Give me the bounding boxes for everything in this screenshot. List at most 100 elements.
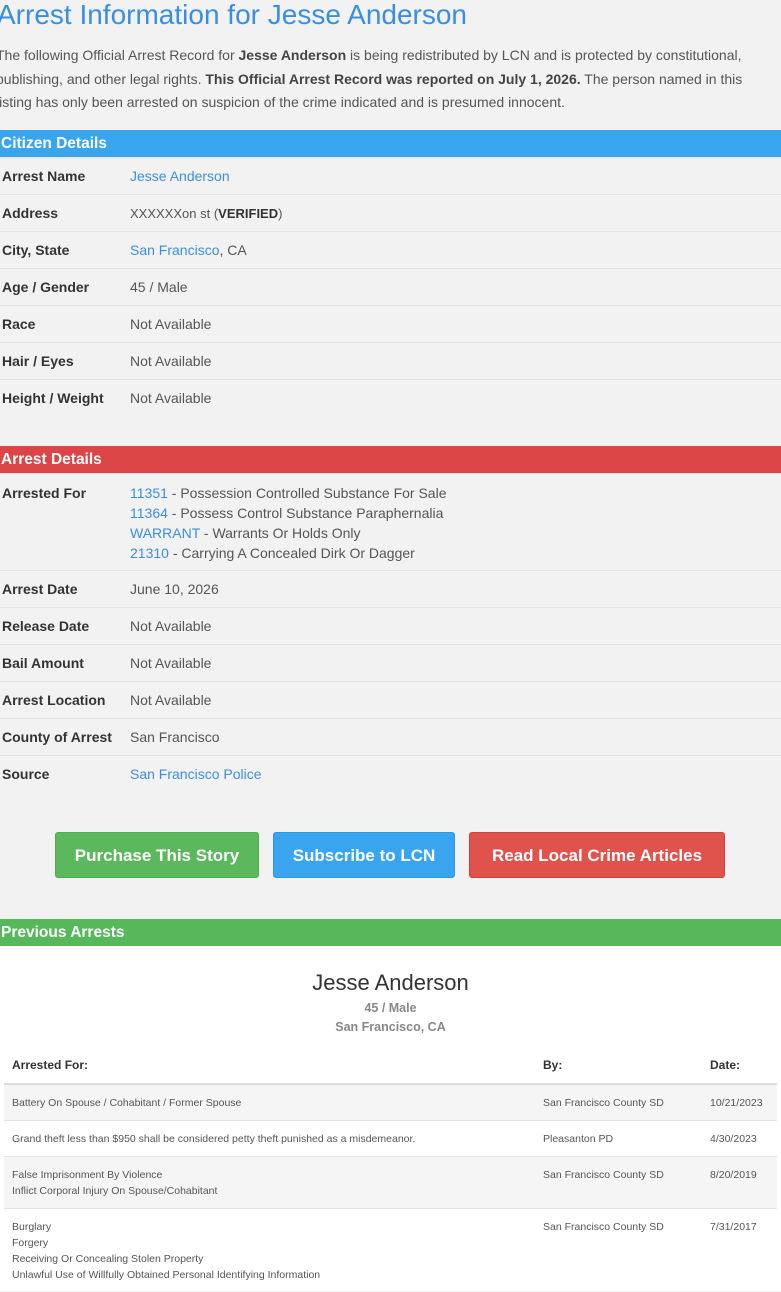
intro-reported-date: This Official Arrest Record was reported… <box>205 71 580 87</box>
charge-item: 21310 - Carrying A Concealed Dirk Or Dag… <box>130 543 781 563</box>
arrested-for-label: Arrested For <box>0 483 130 570</box>
charge-code-link[interactable]: WARRANT <box>130 525 200 541</box>
previous-arrests-table: Arrested For: By: Date: Battery On Spous… <box>4 1050 777 1292</box>
address-row: Address XXXXXXon st (VERIFIED) <box>0 194 781 231</box>
arrest-name-row: Arrest Name Jesse Anderson <box>0 157 781 194</box>
address-text: XXXXXXon st ( <box>130 206 218 221</box>
subscribe-button[interactable]: Subscribe to LCN <box>273 832 455 878</box>
previous-arrests-heading: Previous Arrests <box>0 919 781 946</box>
charge-item: 11351 - Possession Controlled Substance … <box>130 483 781 503</box>
record-charges: BurglaryForgeryReceiving Or Concealing S… <box>4 1209 535 1292</box>
table-row: BurglaryForgeryReceiving Or Concealing S… <box>4 1209 777 1292</box>
verified-badge: VERIFIED <box>218 206 278 221</box>
previous-location: San Francisco, CA <box>0 1020 781 1034</box>
age-gender-label: Age / Gender <box>0 269 130 305</box>
bail-amount-value: Not Available <box>130 645 781 681</box>
record-by: San Francisco County SD <box>535 1084 702 1121</box>
record-by: San Francisco County SD <box>535 1157 702 1209</box>
page-title: Arrest Information for Jesse Anderson <box>0 0 467 31</box>
charge-description: - Possess Control Substance Paraphernali… <box>168 505 443 521</box>
city-link[interactable]: San Francisco <box>130 242 219 258</box>
hair-eyes-value: Not Available <box>130 343 781 379</box>
bail-amount-row: Bail Amount Not Available <box>0 644 781 681</box>
arrest-name-label: Arrest Name <box>0 158 130 194</box>
citizen-details-heading: Citizen Details <box>0 130 781 157</box>
race-label: Race <box>0 306 130 342</box>
record-charges: Grand theft less than $950 shall be cons… <box>4 1121 535 1157</box>
race-row: Race Not Available <box>0 305 781 342</box>
record-date: 7/31/2017 <box>702 1209 777 1292</box>
height-weight-row: Height / Weight Not Available <box>0 379 781 445</box>
arrested-for-row: Arrested For 11351 - Possession Controll… <box>0 473 781 570</box>
col-date: Date: <box>702 1050 777 1084</box>
intro-name: Jesse Anderson <box>239 47 347 63</box>
record-charge: Battery On Spouse / Cohabitant / Former … <box>12 1095 527 1111</box>
arrest-date-row: Arrest Date June 10, 2026 <box>0 570 781 607</box>
record-charge: Receiving Or Concealing Stolen Property <box>12 1251 527 1267</box>
intro-text: The following Official Arrest Record for… <box>0 44 776 115</box>
release-date-value: Not Available <box>130 608 781 644</box>
previous-age-gender: 45 / Male <box>0 1001 781 1015</box>
purchase-story-button[interactable]: Purchase This Story <box>55 832 259 878</box>
charge-code-link[interactable]: 11351 <box>130 485 168 501</box>
race-value: Not Available <box>130 306 781 342</box>
action-buttons: Purchase This Story Subscribe to LCN Rea… <box>0 793 781 918</box>
arrest-location-label: Arrest Location <box>0 682 130 718</box>
arrest-date-value: June 10, 2026 <box>130 571 781 607</box>
age-gender-value: 45 / Male <box>130 269 781 305</box>
record-charges: Battery On Spouse / Cohabitant / Former … <box>4 1084 535 1121</box>
address-value: XXXXXXon st (VERIFIED) <box>130 195 781 231</box>
county-label: County of Arrest <box>0 719 130 755</box>
record-charge: Forgery <box>12 1235 527 1251</box>
height-weight-label: Height / Weight <box>0 380 130 445</box>
previous-name: Jesse Anderson <box>0 970 781 996</box>
record-charge: False Imprisonment By Violence <box>12 1167 527 1183</box>
table-row: False Imprisonment By ViolenceInflict Co… <box>4 1157 777 1209</box>
record-charge: Burglary <box>12 1219 527 1235</box>
source-row: Source San Francisco Police <box>0 755 781 792</box>
citizen-details-table: Arrest Name Jesse Anderson Address XXXXX… <box>0 157 781 445</box>
charge-description: - Warrants Or Holds Only <box>200 525 361 541</box>
table-row: Grand theft less than $950 shall be cons… <box>4 1121 777 1157</box>
charge-code-link[interactable]: 21310 <box>130 545 169 561</box>
height-weight-value: Not Available <box>130 380 781 445</box>
intro-part1: The following Official Arrest Record for <box>0 47 239 63</box>
county-row: County of Arrest San Francisco <box>0 718 781 755</box>
source-link[interactable]: San Francisco Police <box>130 766 262 782</box>
charge-item: WARRANT - Warrants Or Holds Only <box>130 523 781 543</box>
arrest-details-table: Arrested For 11351 - Possession Controll… <box>0 473 781 792</box>
release-date-row: Release Date Not Available <box>0 607 781 644</box>
charges-list: 11351 - Possession Controlled Substance … <box>130 483 781 570</box>
record-charge: Unlawful Use of Willfully Obtained Perso… <box>12 1267 527 1283</box>
read-articles-button[interactable]: Read Local Crime Articles <box>469 832 725 878</box>
record-by: San Francisco County SD <box>535 1209 702 1292</box>
arrest-details-heading: Arrest Details <box>0 446 781 473</box>
city-state-label: City, State <box>0 232 130 268</box>
address-label: Address <box>0 195 130 231</box>
record-charge: Inflict Corporal Injury On Spouse/Cohabi… <box>12 1183 527 1199</box>
charge-description: - Carrying A Concealed Dirk Or Dagger <box>169 545 415 561</box>
charge-code-link[interactable]: 11364 <box>130 505 168 521</box>
record-date: 8/20/2019 <box>702 1157 777 1209</box>
arrest-location-value: Not Available <box>130 682 781 718</box>
county-value: San Francisco <box>130 719 781 755</box>
charge-description: - Possession Controlled Substance For Sa… <box>168 485 447 501</box>
table-row: Battery On Spouse / Cohabitant / Former … <box>4 1084 777 1121</box>
arrest-location-row: Arrest Location Not Available <box>0 681 781 718</box>
record-charge: Grand theft less than $950 shall be cons… <box>12 1131 527 1147</box>
arrest-date-label: Arrest Date <box>0 571 130 607</box>
record-date: 4/30/2023 <box>702 1121 777 1157</box>
city-state-row: City, State San Francisco, CA <box>0 231 781 268</box>
record-by: Pleasanton PD <box>535 1121 702 1157</box>
hair-eyes-row: Hair / Eyes Not Available <box>0 342 781 379</box>
charge-item: 11364 - Possess Control Substance Paraph… <box>130 503 781 523</box>
record-date: 10/21/2023 <box>702 1084 777 1121</box>
hair-eyes-label: Hair / Eyes <box>0 343 130 379</box>
bail-amount-label: Bail Amount <box>0 645 130 681</box>
record-charges: False Imprisonment By ViolenceInflict Co… <box>4 1157 535 1209</box>
source-label: Source <box>0 756 130 792</box>
arrest-name-link[interactable]: Jesse Anderson <box>130 168 230 184</box>
age-gender-row: Age / Gender 45 / Male <box>0 268 781 305</box>
col-arrested-for: Arrested For: <box>4 1050 535 1084</box>
col-by: By: <box>535 1050 702 1084</box>
